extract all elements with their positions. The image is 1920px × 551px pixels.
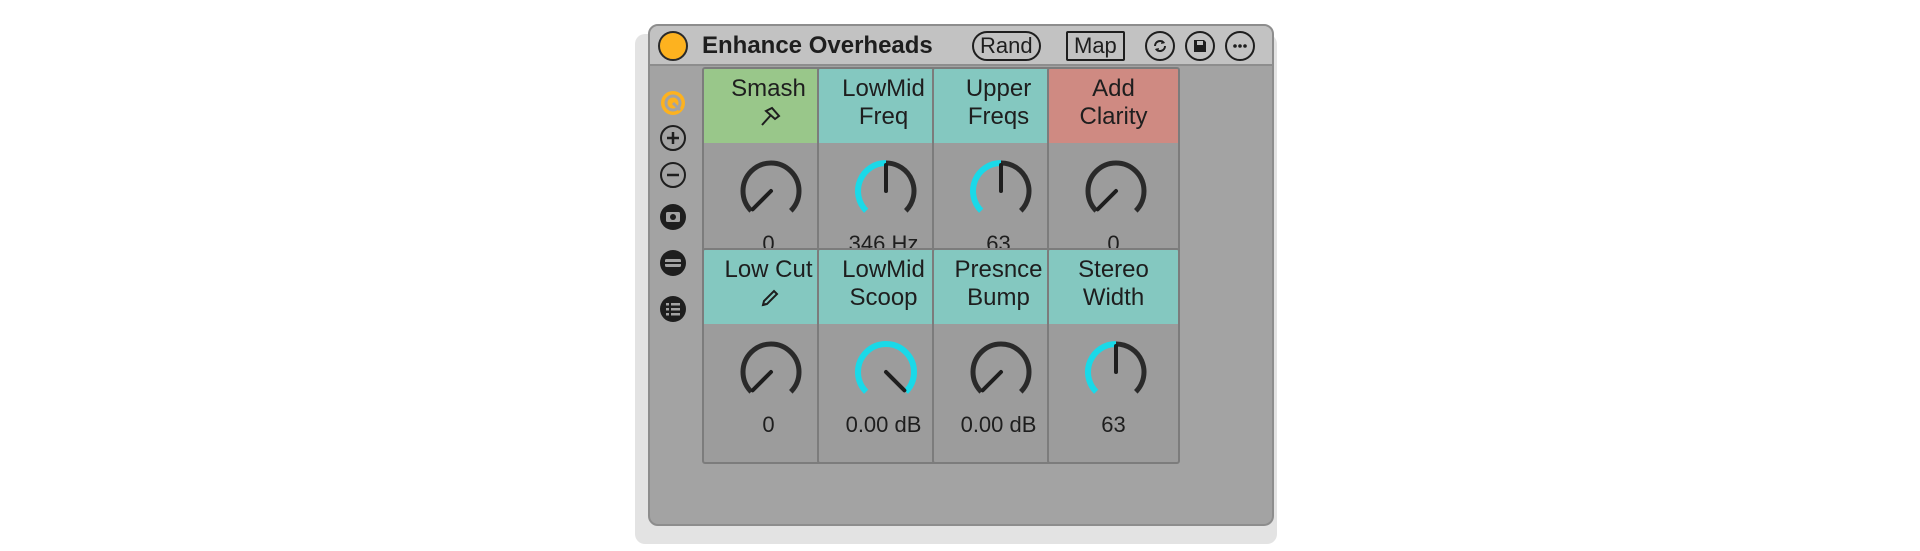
macro-7: Presnce Bump 0.00 dB (932, 248, 1065, 464)
device-title-bar: Enhance Overheads Rand Map (650, 26, 1272, 66)
camera-icon (660, 204, 686, 230)
collapse-icon (660, 250, 686, 276)
chain-list-button[interactable] (658, 294, 688, 324)
pencil-icon (761, 289, 778, 307)
macro-value: 0 (762, 412, 775, 437)
macro-knob[interactable] (852, 338, 920, 406)
randomize-button[interactable]: Rand (972, 31, 1041, 61)
device-title: Enhance Overheads (702, 32, 933, 59)
add-variation-button[interactable] (658, 123, 688, 153)
minus-icon (660, 162, 686, 188)
macro-value: 63 (1101, 412, 1126, 437)
macro-label-text: Upper Freqs (965, 75, 1032, 130)
macro-knob[interactable] (967, 338, 1035, 406)
macro-knob[interactable] (737, 338, 805, 406)
snapshot-button[interactable] (658, 202, 688, 232)
macro-knob[interactable] (852, 157, 920, 225)
rack-sidebar (650, 66, 696, 524)
macro-label-text: Add Clarity (1079, 75, 1148, 130)
map-button[interactable]: Map (1066, 31, 1125, 61)
macro-label-text: Smash (731, 75, 806, 102)
macro-value: 0.00 dB (960, 412, 1037, 437)
more-options-button[interactable] (1225, 31, 1255, 61)
save-icon (1194, 40, 1206, 52)
plus-icon (660, 125, 686, 151)
more-icon (1233, 44, 1247, 48)
macro-label-text: LowMid Scoop (842, 256, 925, 311)
macro-5: Low Cut 0 (702, 248, 835, 464)
ableton-logo-icon (661, 91, 685, 115)
macro-label[interactable]: LowMid Scoop (819, 250, 948, 324)
macro-label-text: Stereo Width (1078, 256, 1149, 311)
hammer-icon (760, 106, 780, 126)
macro-label[interactable]: Presnce Bump (934, 250, 1063, 324)
macro-knob[interactable] (1082, 157, 1150, 225)
macro-label-text: Presnce Bump (954, 256, 1043, 311)
macro-knob[interactable] (967, 157, 1035, 225)
list-icon (660, 296, 686, 322)
save-preset-button[interactable] (1185, 31, 1215, 61)
macro-label-text: Low Cut (724, 256, 813, 283)
macro-label[interactable]: Stereo Width (1049, 250, 1178, 324)
macro-6: LowMid Scoop 0.00 dB (817, 248, 950, 464)
hot-swap-icon (1154, 40, 1166, 52)
macro-8: Stereo Width 63 (1047, 248, 1180, 464)
device-power-button[interactable] (658, 31, 688, 61)
remove-variation-button[interactable] (658, 160, 688, 190)
collapse-button[interactable] (658, 248, 688, 278)
macro-knob[interactable] (737, 157, 805, 225)
hot-swap-button[interactable] (1145, 31, 1175, 61)
rack-device: Enhance Overheads Rand Map Smash 0 LowMi… (648, 24, 1274, 526)
macro-label[interactable]: LowMid Freq (819, 69, 948, 143)
macro-label-text: LowMid Freq (842, 75, 925, 130)
macro-value: 0.00 dB (845, 412, 922, 437)
macro-label[interactable]: Upper Freqs (934, 69, 1063, 143)
macro-label[interactable]: Add Clarity (1049, 69, 1178, 143)
ableton-logo-button[interactable] (658, 88, 688, 118)
macro-label[interactable]: Smash (704, 69, 833, 143)
macro-knob[interactable] (1082, 338, 1150, 406)
macro-label[interactable]: Low Cut (704, 250, 833, 324)
